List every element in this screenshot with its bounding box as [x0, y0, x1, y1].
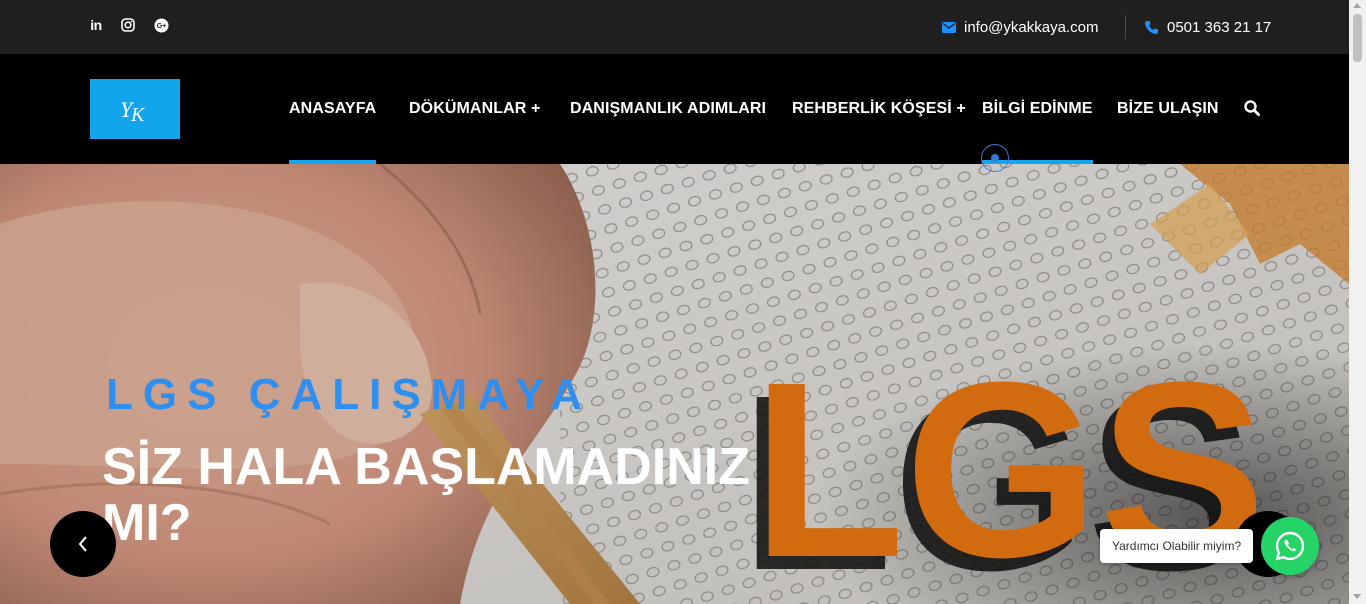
hero-subtitle: LGS ÇALIŞMAYA: [106, 370, 593, 419]
scrollbar-thumb[interactable]: [1353, 14, 1362, 62]
google-plus-icon[interactable]: G+: [153, 17, 169, 33]
nav-item-dokumanlar[interactable]: DÖKÜMANLAR +: [409, 54, 540, 164]
page-scrollbar[interactable]: [1349, 0, 1366, 604]
top-bar: in G+ info@ykakkaya.com 0501 363 21 17: [0, 0, 1349, 54]
top-divider: [1125, 15, 1126, 39]
scroll-up-arrow-icon[interactable]: [1353, 3, 1361, 8]
chat-prompt-bubble[interactable]: Yardımcı Olabilir miyim?: [1100, 529, 1254, 563]
whatsapp-icon: [1275, 531, 1305, 561]
email-contact[interactable]: info@ykakkaya.com: [942, 17, 1098, 37]
chat-prompt-text: Yardımcı Olabilir miyim?: [1112, 539, 1242, 553]
envelope-icon: [942, 21, 956, 33]
nav-item-anasayfa[interactable]: ANASAYFA: [289, 54, 377, 164]
svg-text:K: K: [130, 104, 146, 126]
logo-monogram: Y K: [120, 97, 146, 126]
nav-item-bize-ulasin[interactable]: BİZE ULAŞIN: [1117, 54, 1219, 164]
slider-prev-button[interactable]: [50, 511, 116, 577]
instagram-icon[interactable]: [120, 17, 136, 33]
svg-text:G+: G+: [156, 23, 166, 30]
nav-item-danismanlik-adimlari[interactable]: DANIŞMANLIK ADIMLARI: [570, 54, 766, 164]
chevron-left-icon: [78, 536, 87, 552]
scroll-down-arrow-icon[interactable]: [1353, 594, 1361, 599]
phone-icon: [1144, 20, 1159, 35]
phone-text: 0501 363 21 17: [1167, 18, 1272, 36]
hero-title: SİZ HALA BAŞLAMADINIZ MI?: [102, 438, 751, 552]
whatsapp-button[interactable]: [1261, 517, 1319, 575]
site-logo[interactable]: Y K YK: [90, 79, 180, 139]
phone-contact[interactable]: 0501 363 21 17: [1144, 17, 1271, 37]
nav-item-rehberlik-kosesi[interactable]: REHBERLİK KÖŞESİ +: [792, 54, 966, 164]
main-navigation: Y K YK ANASAYFA DÖKÜMANLAR + DANIŞMANLIK…: [0, 54, 1349, 164]
cursor-marker: [981, 144, 1009, 172]
email-text: info@ykakkaya.com: [964, 18, 1099, 36]
linkedin-icon[interactable]: in: [88, 17, 104, 33]
search-icon[interactable]: [1244, 100, 1262, 118]
